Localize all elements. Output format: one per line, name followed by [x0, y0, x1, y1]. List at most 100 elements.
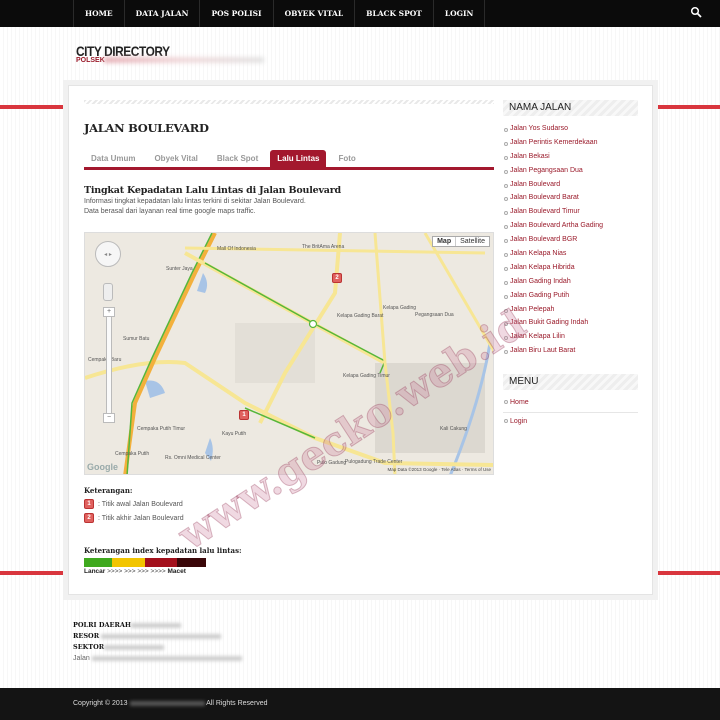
map-type-map-button[interactable]: Map [433, 237, 457, 246]
tab-bar: Data Umum Obyek Vital Black Spot Lalu Li… [84, 150, 494, 170]
redacted-text [104, 644, 165, 650]
map-marker-end[interactable]: 2 [332, 273, 342, 283]
widget-title-nama-jalan: NAMA JALAN [503, 100, 638, 116]
footer-bar: Copyright © 2013 All Rights Reserved [0, 688, 720, 720]
map-label: Pegangsaan Dua [415, 312, 454, 318]
address-jalan: Jalan [73, 655, 90, 662]
nav-data-jalan[interactable]: DATA JALAN [125, 0, 201, 27]
street-link[interactable]: Jalan Kelapa Nias [503, 247, 638, 261]
street-link[interactable]: Jalan Boulevard Barat [503, 191, 638, 205]
index-low-label: Lancar [84, 568, 106, 575]
index-color-padat [145, 558, 177, 567]
widget-title-menu: MENU [503, 374, 638, 391]
address-resor: RESOR [73, 632, 100, 640]
map-label: Kali Cakung [440, 426, 467, 432]
index-high-label: Macet [167, 568, 186, 575]
map-label: Cempaka Putih [115, 451, 150, 457]
menu-home-link[interactable]: Home [503, 394, 638, 414]
marker-icon: 2 [84, 513, 94, 523]
zoom-slider[interactable] [106, 308, 112, 423]
section-description: Informasi tingkat kepadatan lalu lintas … [84, 197, 494, 217]
nav-home[interactable]: HOME [74, 0, 125, 27]
street-link[interactable]: Jalan Boulevard BGR [503, 233, 638, 247]
map-type-satellite-button[interactable]: Satellite [456, 237, 489, 246]
legend-text: : Titik awal Jalan Boulevard [98, 500, 183, 508]
map-label: Kelapa Gading [383, 305, 417, 311]
redacted-text [104, 57, 264, 63]
zoom-in-icon[interactable]: + [103, 307, 115, 317]
index-color-bar [84, 558, 206, 567]
street-link[interactable]: Jalan Pegangsaan Dua [503, 164, 638, 178]
street-link[interactable]: Jalan Bukit Gading Indah [503, 316, 638, 330]
nav-obyek-vital[interactable]: OBYEK VITAL [274, 0, 356, 27]
menu-login-link[interactable]: Login [503, 413, 638, 432]
street-link[interactable]: Jalan Gading Putih [503, 289, 638, 303]
nav-black-spot[interactable]: BLACK SPOT [355, 0, 434, 27]
map-label: Kelapa Gading Timur [343, 373, 390, 379]
tab-obyek-vital[interactable]: Obyek Vital [147, 150, 204, 167]
sidebar: NAMA JALAN Jalan Yos Sudarso Jalan Perint… [503, 100, 638, 432]
map-label: Kayu Putih [222, 431, 247, 437]
pan-control-icon[interactable]: ◂ ▸ [95, 241, 121, 267]
page-title: JALAN BOULEVARD [84, 121, 209, 135]
redacted-text [131, 622, 182, 628]
street-link[interactable]: Jalan Boulevard Timur [503, 205, 638, 219]
map-roads [85, 233, 493, 474]
redacted-text [91, 655, 242, 661]
decorative-bar [84, 100, 494, 104]
index-arrows: >>>> >>> >>> >>>> [107, 568, 166, 575]
legend-item: 1 : Titik awal Jalan Boulevard [84, 499, 184, 509]
tab-foto[interactable]: Foto [331, 150, 362, 167]
street-link[interactable]: Jalan Bekasi [503, 150, 638, 164]
description-line: Informasi tingkat kepadatan lalu lintas … [84, 198, 306, 205]
map-label: Cempaka Putih Timur [137, 426, 186, 432]
map-label: Cempaka Baru [88, 357, 122, 363]
map-label: Rs. Omni Medical Center [165, 455, 221, 461]
map-type-control: Map Satellite [432, 236, 490, 247]
map-label: The BritAma Arena [302, 244, 345, 250]
search-icon[interactable] [690, 6, 702, 18]
traffic-map[interactable]: Mall Of Indonesia Sunter Jaya The BritAm… [84, 232, 494, 475]
main-content: JALAN BOULEVARD Data Umum Obyek Vital Bl… [84, 100, 494, 575]
site-logo[interactable]: CITY DIRECTORY POLSEK [76, 43, 264, 64]
redacted-text [101, 633, 222, 639]
rights-label: All Rights Reserved [206, 700, 268, 707]
tab-black-spot[interactable]: Black Spot [210, 150, 265, 167]
zoom-out-icon[interactable]: − [103, 413, 115, 423]
legend-item: 2 : Titik akhir Jalan Boulevard [84, 513, 184, 523]
legend-title: Keterangan: [84, 486, 133, 495]
street-link[interactable]: Jalan Kelapa Lilin [503, 330, 638, 344]
street-view-pegman-icon[interactable] [103, 283, 113, 301]
address-polda: POLRI DAERAH [73, 621, 132, 629]
legend-text: : Titik akhir Jalan Boulevard [98, 514, 184, 522]
street-link[interactable]: Jalan Biru Laut Barat [503, 344, 638, 358]
nav-pos-polisi[interactable]: POS POLISI [200, 0, 274, 27]
street-link[interactable]: Jalan Boulevard [503, 178, 638, 192]
top-navigation: HOME DATA JALAN POS POLISI OBYEK VITAL B… [0, 0, 720, 27]
street-list: Jalan Yos Sudarso Jalan Perintis Kemerdek… [503, 122, 638, 358]
map-label: Pulo Gadung [317, 460, 347, 466]
street-link[interactable]: Jalan Kelapa Hibrida [503, 261, 638, 275]
map-label: Kelapa Gading Barat [337, 313, 384, 319]
street-link[interactable]: Jalan Pelepah [503, 303, 638, 317]
copyright-text: Copyright © 2013 All Rights Reserved [73, 700, 268, 707]
address-sektor: SEKTOR [73, 643, 105, 651]
google-logo: Google [87, 462, 118, 472]
marker-icon: 1 [84, 499, 94, 509]
nav-login[interactable]: LOGIN [434, 0, 486, 27]
street-link[interactable]: Jalan Perintis Kemerdekaan [503, 136, 638, 150]
tab-data-umum[interactable]: Data Umum [84, 150, 142, 167]
traffic-index-legend: Keterangan index kepadatan lalu lintas: … [84, 546, 242, 575]
index-color-macet [177, 558, 206, 567]
tab-lalu-lintas[interactable]: Lalu Lintas [270, 150, 327, 167]
index-color-sedang [112, 558, 145, 567]
index-title: Keterangan index kepadatan lalu lintas: [84, 546, 242, 555]
street-link[interactable]: Jalan Boulevard Artha Gading [503, 219, 638, 233]
section-title: Tingkat Kepadatan Lalu Lintas di Jalan B… [84, 185, 341, 196]
index-color-lancar [84, 558, 112, 567]
map-copyright[interactable]: Map Data ©2013 Google · Tele Atlas · Ter… [388, 467, 491, 472]
map-marker-start[interactable]: 1 [239, 410, 249, 420]
street-link[interactable]: Jalan Yos Sudarso [503, 122, 638, 136]
street-link[interactable]: Jalan Gading Indah [503, 275, 638, 289]
marker-legend: Keterangan: 1 : Titik awal Jalan Boulevar… [84, 486, 184, 523]
